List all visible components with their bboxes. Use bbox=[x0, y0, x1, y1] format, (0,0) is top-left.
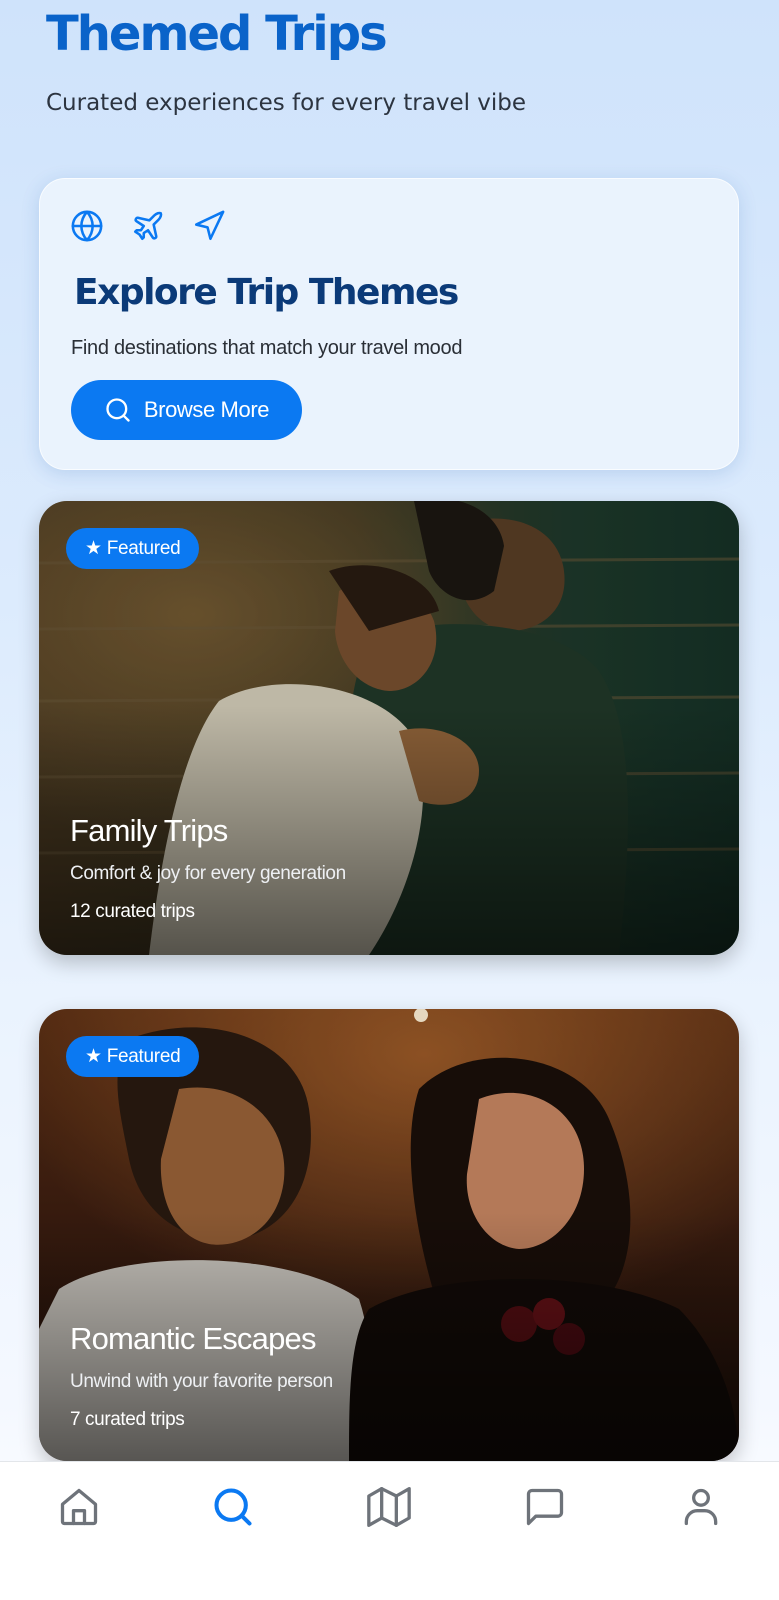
home-icon bbox=[60, 1488, 98, 1526]
page-title: Themed Trips bbox=[46, 6, 388, 62]
nav-search[interactable] bbox=[210, 1484, 256, 1530]
bottom-nav bbox=[0, 1461, 779, 1600]
browse-more-label: Browse More bbox=[143, 397, 270, 422]
nav-map[interactable] bbox=[366, 1484, 412, 1530]
globe-icon bbox=[71, 210, 103, 242]
navigation-icon bbox=[194, 210, 225, 241]
trip-title: Family Trips bbox=[70, 813, 228, 848]
theme-icon-row bbox=[70, 209, 226, 243]
nav-profile[interactable] bbox=[678, 1484, 724, 1530]
browse-more-button[interactable]: Browse More bbox=[71, 380, 302, 440]
trip-count: 12 curated trips bbox=[70, 901, 195, 922]
trip-title: Romantic Escapes bbox=[70, 1321, 316, 1356]
trip-description: Comfort & joy for every generation bbox=[70, 863, 346, 884]
explore-subtitle: Find destinations that match your travel… bbox=[71, 337, 463, 359]
nav-chat[interactable] bbox=[522, 1484, 568, 1530]
trip-count: 7 curated trips bbox=[70, 1409, 185, 1430]
search-icon bbox=[214, 1488, 252, 1526]
nav-home[interactable] bbox=[56, 1484, 102, 1530]
explore-title: Explore Trip Themes bbox=[74, 272, 459, 313]
profile-icon bbox=[684, 1488, 718, 1526]
plane-icon bbox=[133, 211, 163, 241]
trip-card-family[interactable]: ★ Featured Family Trips Comfort & joy fo… bbox=[39, 501, 739, 955]
chat-icon bbox=[526, 1488, 564, 1526]
page-subtitle: Curated experiences for every travel vib… bbox=[46, 90, 527, 116]
featured-badge: ★ Featured bbox=[66, 528, 200, 569]
trip-description: Unwind with your favorite person bbox=[70, 1371, 333, 1392]
trip-card-romantic[interactable]: ★ Featured Romantic Escapes Unwind with … bbox=[39, 1009, 739, 1461]
featured-badge: ★ Featured bbox=[66, 1036, 200, 1077]
search-icon bbox=[106, 398, 130, 422]
trip-card-overlay bbox=[39, 501, 739, 955]
map-icon bbox=[367, 1487, 411, 1527]
explore-card: Explore Trip Themes Find destinations th… bbox=[39, 178, 739, 470]
